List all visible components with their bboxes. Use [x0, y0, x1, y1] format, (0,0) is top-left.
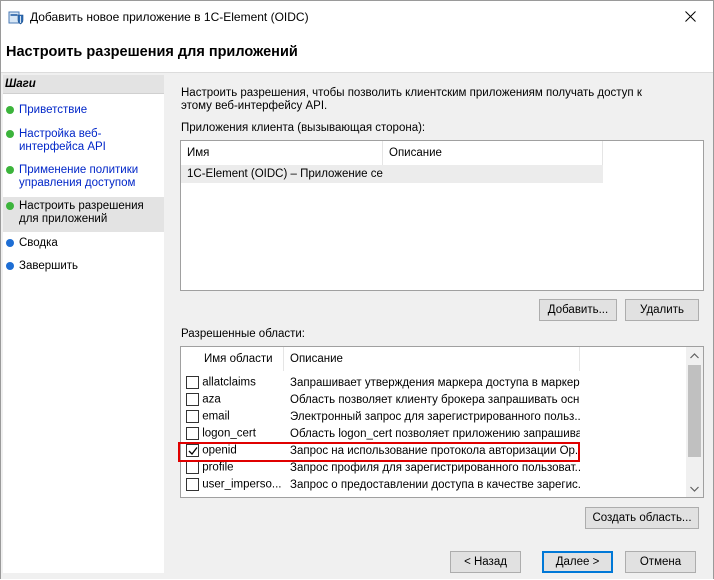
scope-row-allatclaims[interactable]: allatclaims Запрашивает утверждения марк…: [181, 375, 580, 392]
scope-description: Запрос о предоставлении доступа в качест…: [290, 479, 580, 491]
page-header: Настроить разрешения для приложений: [1, 32, 713, 72]
scope-name: email: [202, 410, 230, 423]
scope-name: allatclaims: [202, 376, 256, 389]
step-current-icon: [6, 202, 14, 210]
scope-checkbox[interactable]: [186, 410, 199, 423]
scope-description: Область logon_cert позволяет приложению …: [290, 428, 580, 440]
window-title: Добавить новое приложение в 1C-Element (…: [30, 10, 309, 24]
steps-panel: Шаги Приветствие Настройка веб-интерфейс…: [3, 75, 164, 573]
scroll-thumb[interactable]: [688, 365, 701, 457]
column-header-scope-description[interactable]: Описание: [284, 347, 580, 371]
scopes-scrollbar[interactable]: [686, 347, 703, 497]
scopes-list[interactable]: Имя области Описание allatclaims Запраши…: [180, 346, 704, 498]
step-finish: Завершить: [3, 260, 164, 273]
clients-list[interactable]: Имя Описание 1C-Element (OIDC) – Приложе…: [180, 140, 704, 291]
step-summary: Сводка: [3, 237, 164, 250]
step-label: Настройка веб-интерфейса API: [19, 128, 106, 153]
step-done-icon: [6, 130, 14, 138]
scroll-up-button[interactable]: [686, 347, 703, 364]
step-access-control-policy[interactable]: Применение политики управления доступом: [3, 164, 164, 189]
client-description: [383, 165, 603, 183]
content-area: Шаги Приветствие Настройка веб-интерфейс…: [1, 72, 713, 579]
scope-description: Область позволяет клиенту брокера запраш…: [290, 394, 580, 406]
column-header-description[interactable]: Описание: [383, 141, 603, 165]
main-panel: Настроить разрешения, чтобы позволить кл…: [169, 73, 713, 580]
close-button[interactable]: [667, 1, 713, 32]
adfs-app-icon: [8, 11, 24, 25]
scope-checkbox-checked[interactable]: [186, 444, 199, 457]
scroll-down-button[interactable]: [686, 480, 703, 497]
step-pending-icon: [6, 239, 14, 247]
cancel-button[interactable]: Отмена: [625, 551, 696, 573]
step-configure-permissions: Настроить разрешения для приложений: [3, 197, 164, 232]
scope-name: user_imperso...: [202, 478, 282, 491]
steps-title: Шаги: [3, 75, 164, 94]
step-done-icon: [6, 106, 14, 114]
step-label: Завершить: [19, 260, 79, 272]
checkmark-icon: [188, 447, 198, 455]
step-label: Приветствие: [19, 104, 88, 116]
clients-label: Приложения клиента (вызывающая сторона):: [181, 122, 426, 134]
scopes-list-header: Имя области Описание: [181, 347, 580, 371]
scopes-label: Разрешенные области:: [181, 328, 306, 340]
scope-row-aza[interactable]: aza Область позволяет клиенту брокера за…: [181, 392, 580, 409]
page-title: Настроить разрешения для приложений: [6, 44, 298, 60]
title-bar: Добавить новое приложение в 1C-Element (…: [1, 1, 713, 32]
scope-checkbox[interactable]: [186, 427, 199, 440]
scope-name: openid: [202, 444, 237, 457]
scope-description: Запрос профиля для зарегистрированного п…: [290, 462, 580, 474]
client-row[interactable]: 1C-Element (OIDC) – Приложение се...: [181, 165, 603, 183]
step-label: Сводка: [19, 237, 58, 249]
scope-checkbox[interactable]: [186, 478, 199, 491]
column-header-name[interactable]: Имя: [181, 141, 383, 165]
scope-description: Запрашивает утверждения маркера доступа …: [290, 377, 580, 389]
scope-row-logon-cert[interactable]: logon_cert Область logon_cert позволяет …: [181, 426, 580, 443]
scope-name: logon_cert: [202, 427, 256, 440]
scope-description: Электронный запрос для зарегистрированно…: [290, 411, 580, 423]
create-scope-button[interactable]: Создать область...: [585, 507, 699, 529]
next-button[interactable]: Далее >: [542, 551, 613, 573]
step-pending-icon: [6, 262, 14, 270]
column-header-scope-name[interactable]: Имя области: [181, 347, 284, 371]
remove-client-button[interactable]: Удалить: [625, 299, 699, 321]
page-description: Настроить разрешения, чтобы позволить кл…: [181, 87, 642, 112]
step-label: Применение политики управления доступом: [19, 164, 139, 189]
scope-row-openid[interactable]: openid Запрос на использование протокола…: [181, 443, 580, 460]
chevron-down-icon: [690, 486, 699, 492]
scope-row-user-impersonation[interactable]: user_imperso... Запрос о предоставлении …: [181, 477, 580, 494]
scope-checkbox[interactable]: [186, 376, 199, 389]
close-icon: [684, 11, 696, 22]
scope-name: aza: [202, 393, 221, 406]
scope-row-profile[interactable]: profile Запрос профиля для зарегистриров…: [181, 460, 580, 477]
client-name: 1C-Element (OIDC) – Приложение се...: [187, 168, 383, 180]
add-client-button[interactable]: Добавить...: [539, 299, 617, 321]
step-welcome[interactable]: Приветствие: [3, 104, 164, 117]
scope-description: Запрос на использование протокола автори…: [290, 445, 580, 457]
step-label: Настроить разрешения для приложений: [19, 200, 144, 225]
clients-list-header: Имя Описание: [181, 141, 603, 165]
wizard-window: Добавить новое приложение в 1C-Element (…: [0, 0, 714, 579]
step-configure-api[interactable]: Настройка веб-интерфейса API: [3, 128, 164, 153]
scope-checkbox[interactable]: [186, 393, 199, 406]
step-done-icon: [6, 166, 14, 174]
scope-checkbox[interactable]: [186, 461, 199, 474]
scope-name: profile: [202, 461, 234, 474]
scope-row-email[interactable]: email Электронный запрос для зарегистрир…: [181, 409, 580, 426]
chevron-up-icon: [690, 352, 699, 358]
back-button[interactable]: < Назад: [450, 551, 521, 573]
